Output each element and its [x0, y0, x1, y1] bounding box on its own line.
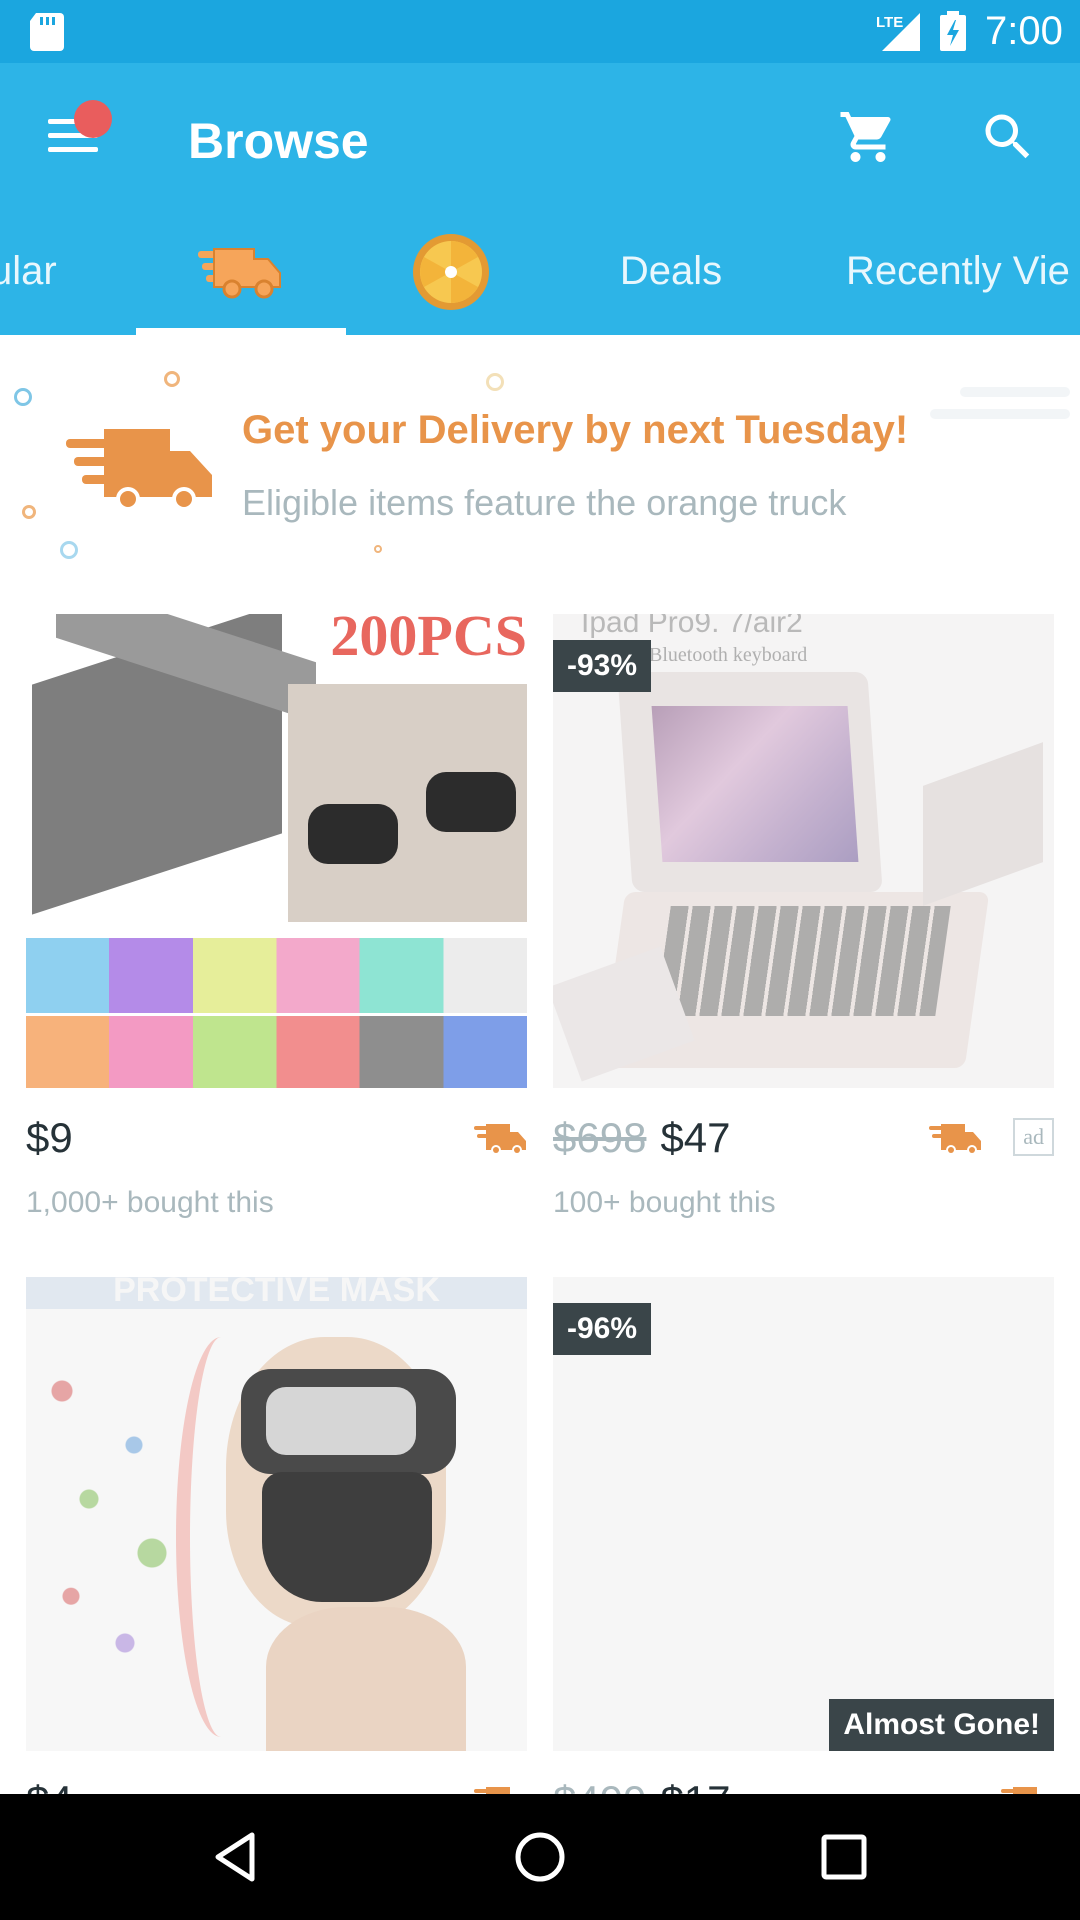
- sd-card-icon: [30, 13, 64, 51]
- app-bar: Browse ular Deals Recently Vie: [0, 63, 1080, 335]
- mask-colors: [26, 938, 527, 1088]
- home-circle-icon: [515, 1832, 565, 1882]
- discount-badge: -93%: [553, 640, 652, 692]
- tablet-side: [923, 742, 1043, 906]
- tab-label: Deals: [619, 249, 723, 293]
- goggles-lens: [266, 1387, 416, 1455]
- bought-count: 100+ bought this: [553, 1186, 776, 1219]
- status-time: 7:00: [985, 9, 1063, 53]
- decoration-dot: [164, 371, 180, 387]
- tab-deals[interactable]: Deals: [556, 208, 786, 335]
- product-price: $9: [26, 1114, 73, 1161]
- tab-selected-indicator: [136, 328, 346, 335]
- decoration-dot: [486, 373, 504, 391]
- battery-charging-icon: [940, 11, 966, 51]
- home-button[interactable]: [510, 1827, 570, 1887]
- cart-button[interactable]: [838, 107, 898, 167]
- image-caption: Bluetooth keyboard: [649, 644, 808, 666]
- network-label: LTE: [876, 14, 903, 31]
- recents-square-icon: [821, 1834, 867, 1880]
- tab-label: ular: [0, 249, 57, 293]
- tablet-screen: [651, 706, 859, 862]
- keyboard-keys: [655, 906, 951, 1016]
- discount-badge: -96%: [553, 1303, 652, 1355]
- back-triangle-icon: [215, 1832, 255, 1882]
- back-button[interactable]: [206, 1827, 266, 1887]
- search-button[interactable]: [978, 107, 1038, 167]
- wheel-of-fortune-icon: [413, 233, 489, 310]
- banner-title: Get your Delivery by next Tuesday!: [242, 408, 909, 452]
- fast-delivery-truck-icon: [474, 1124, 526, 1155]
- banner-subtitle: Eligible items feature the orange truck: [242, 482, 847, 523]
- tab-fast-delivery[interactable]: [136, 208, 346, 335]
- ad-badge: ad: [1013, 1118, 1054, 1156]
- mask-face: [262, 1472, 432, 1602]
- original-price: $698: [553, 1114, 647, 1161]
- decoration-dot: [374, 545, 382, 553]
- price-row: $698 $47 ad: [553, 1114, 1054, 1174]
- price-row: $9: [26, 1114, 527, 1174]
- decoration-dot: [14, 388, 32, 406]
- notification-dot: [74, 100, 112, 138]
- bought-count: 1,000+ bought this: [26, 1186, 274, 1219]
- decoration-cloud: [960, 387, 1070, 397]
- product-image[interactable]: 200PCS: [26, 614, 527, 1088]
- search-icon: [985, 114, 1030, 159]
- image-caption: PROTECTIVE MASK: [113, 1277, 440, 1309]
- fast-delivery-truck-icon: [929, 1124, 981, 1155]
- signal-icon: LTE: [876, 13, 920, 51]
- page-title: Browse: [188, 113, 369, 169]
- mannequin-neck: [266, 1607, 466, 1751]
- mask-black: [426, 772, 516, 832]
- recents-button[interactable]: [814, 1827, 874, 1887]
- mask-black: [308, 804, 398, 864]
- tab-popular[interactable]: ular: [0, 208, 80, 335]
- status-bar: LTE 7:00: [0, 0, 1080, 63]
- tab-bar: ular Deals Recently Vie: [0, 208, 1080, 335]
- product-image[interactable]: PROTECTIVE MASK: [26, 1277, 527, 1751]
- shopping-cart-icon: [840, 112, 891, 162]
- product-image[interactable]: -96% Almost Gone!: [553, 1277, 1054, 1751]
- decoration-dot: [22, 505, 36, 519]
- delivery-banner[interactable]: Get your Delivery by next Tuesday! Eligi…: [0, 335, 1080, 585]
- system-nav-bar: [0, 1794, 1080, 1920]
- image-caption: Ipad Pro9. 7/air2: [581, 614, 803, 639]
- product-image[interactable]: Ipad Pro9. 7/air2 Bluetooth keyboard -93…: [553, 614, 1054, 1088]
- delivery-truck-icon: [198, 247, 281, 298]
- tab-recently-viewed[interactable]: Recently Vie: [846, 208, 1080, 335]
- decoration-dot: [60, 541, 78, 559]
- delivery-truck-icon: [66, 429, 212, 511]
- decoration-cloud: [930, 409, 1070, 419]
- tab-wheel[interactable]: [346, 208, 556, 335]
- tab-label: Recently Vie: [846, 249, 1070, 293]
- image-caption: 200PCS: [330, 614, 527, 668]
- status-badge: Almost Gone!: [829, 1699, 1054, 1751]
- product-price: $47: [660, 1114, 731, 1161]
